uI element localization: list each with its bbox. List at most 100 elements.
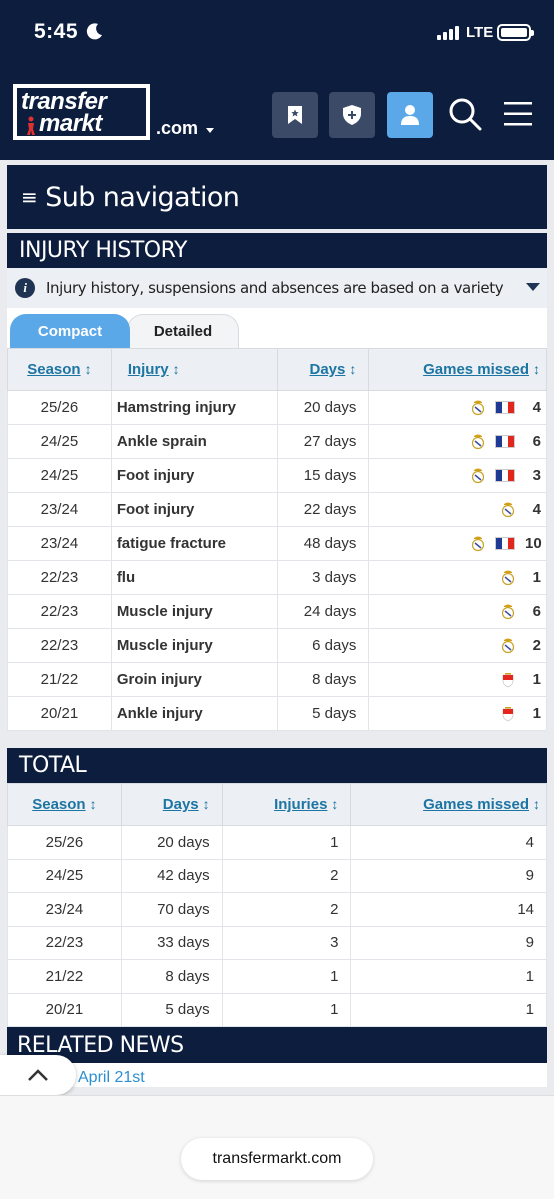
sort-icon: ↕	[172, 361, 180, 377]
expand-caret-icon[interactable]	[526, 283, 540, 291]
column-days[interactable]: Days ↕	[276, 348, 370, 391]
games-missed-value: 3	[532, 467, 541, 484]
injury-table-header: Season ↕ Injury ↕ Days ↕ Games missed ↕	[7, 348, 547, 391]
games-missed-value: 6	[532, 603, 541, 620]
column-season[interactable]: Season ↕	[7, 348, 112, 391]
total-season-cell: 23/24	[7, 892, 122, 927]
network-label: LTE	[466, 24, 494, 41]
total-season-cell: 21/22	[7, 959, 122, 994]
injury-row: 23/24 fatigue fracture 48 days 10	[7, 526, 547, 561]
france-flag-icon	[495, 435, 515, 448]
injury-row: 20/21 Ankle injury 5 days 1	[7, 696, 547, 731]
sort-icon: ↕	[84, 361, 92, 377]
total-injuries-cell: 1	[221, 959, 352, 994]
season-cell: 22/23	[7, 594, 112, 629]
total-season-cell: 25/26	[7, 825, 122, 860]
shield-icon	[343, 105, 361, 125]
france-flag-icon	[495, 401, 515, 414]
total-row: 22/23 33 days 3 9	[7, 925, 547, 960]
games-missed-cell: 3	[368, 458, 547, 493]
view-tabs: Detailed Compact	[7, 308, 547, 348]
chevron-down-icon	[206, 128, 214, 133]
related-news-title: RELATED NEWS	[17, 1032, 184, 1058]
related-news-heading: RELATED NEWS	[7, 1027, 547, 1063]
injury-row: 22/23 Muscle injury 24 days 6	[7, 594, 547, 629]
news-date-link[interactable]: April 21st	[78, 1069, 145, 1087]
injury-row: 24/25 Foot injury 15 days 3	[7, 458, 547, 493]
total-column-days[interactable]: Days ↕	[120, 783, 223, 826]
tab-detailed[interactable]: Detailed	[127, 314, 239, 348]
club-button[interactable]	[329, 92, 375, 138]
france-flag-icon	[495, 469, 515, 482]
total-season-cell: 24/25	[7, 858, 122, 893]
sub-navigation-toggle[interactable]: ≡ Sub navigation	[7, 165, 547, 229]
sub-navigation-label: Sub navigation	[45, 181, 240, 213]
moon-icon	[86, 23, 102, 40]
bookmark-icon	[288, 106, 302, 124]
status-bar: 5:45 LTE	[0, 0, 554, 70]
domain-selector[interactable]: .com	[156, 118, 198, 139]
injury-row: 22/23 flu 3 days 1	[7, 560, 547, 595]
injury-cell: Foot injury	[110, 458, 278, 493]
sort-icon: ↕	[349, 361, 357, 377]
days-cell: 6 days	[276, 628, 370, 663]
monaco-crest-icon	[502, 707, 514, 722]
watchlist-button[interactable]	[272, 92, 318, 138]
transfermarkt-logo[interactable]: transfer markt	[13, 84, 150, 140]
total-days-cell: 8 days	[120, 959, 223, 994]
column-injury[interactable]: Injury ↕	[110, 348, 278, 391]
logo-line2: markt	[39, 110, 102, 137]
battery-icon	[497, 24, 534, 41]
games-missed-value: 10	[525, 535, 542, 552]
games-missed-cell: 4	[368, 492, 547, 527]
info-notice[interactable]: i Injury history, suspensions and absenc…	[7, 268, 547, 308]
sort-icon: ↕	[533, 796, 540, 812]
season-cell: 23/24	[7, 526, 112, 561]
injury-table-container: Season ↕ Injury ↕ Days ↕ Games missed ↕ 25/2…	[7, 348, 547, 731]
injury-row: 22/23 Muscle injury 6 days 2	[7, 628, 547, 663]
info-text: Injury history, suspensions and absences…	[46, 279, 508, 297]
season-cell: 23/24	[7, 492, 112, 527]
games-missed-value: 4	[532, 501, 541, 518]
injury-history-heading: INJURY HISTORY	[7, 233, 547, 268]
tab-compact[interactable]: Compact	[10, 314, 130, 348]
total-column-games-missed[interactable]: Games missed ↕	[350, 783, 547, 826]
days-cell: 8 days	[276, 662, 370, 697]
games-missed-cell: 1	[368, 696, 547, 731]
games-missed-cell: 10	[368, 526, 547, 561]
days-cell: 24 days	[276, 594, 370, 629]
season-cell: 20/21	[7, 696, 112, 731]
games-missed-value: 6	[532, 433, 541, 450]
menu-icon	[504, 102, 532, 126]
menu-button[interactable]	[503, 100, 533, 128]
season-cell: 24/25	[7, 458, 112, 493]
total-column-season[interactable]: Season ↕	[7, 783, 122, 826]
injury-cell: fatigue fracture	[110, 526, 278, 561]
injury-table: Season ↕ Injury ↕ Days ↕ Games missed ↕ 25/2…	[7, 348, 547, 731]
sort-icon: ↕	[202, 796, 210, 812]
account-button[interactable]	[387, 92, 433, 138]
season-cell: 22/23	[7, 628, 112, 663]
total-games-missed-cell: 1	[350, 992, 547, 1027]
url-bar[interactable]: transfermarkt.com	[181, 1138, 373, 1180]
sort-icon: ↕	[89, 796, 97, 812]
total-column-injuries[interactable]: Injuries ↕	[221, 783, 352, 826]
season-cell: 25/26	[7, 390, 112, 425]
games-missed-cell: 6	[368, 424, 547, 459]
games-missed-value: 1	[532, 705, 541, 722]
column-games-missed[interactable]: Games missed ↕	[368, 348, 547, 391]
total-injuries-cell: 2	[221, 858, 352, 893]
monaco-crest-icon	[502, 673, 514, 688]
total-heading: TOTAL	[7, 748, 547, 783]
season-cell: 22/23	[7, 560, 112, 595]
info-icon: i	[15, 278, 35, 298]
total-season-cell: 22/23	[7, 925, 122, 960]
search-button[interactable]	[447, 96, 483, 132]
total-season-cell: 20/21	[7, 992, 122, 1027]
total-injuries-cell: 2	[221, 892, 352, 927]
scroll-to-top-button[interactable]	[0, 1055, 76, 1095]
games-missed-value: 1	[532, 671, 541, 688]
site-header: transfer markt .com	[0, 70, 554, 160]
real-madrid-crest-icon	[501, 570, 515, 586]
injury-history-title: INJURY HISTORY	[19, 238, 187, 263]
